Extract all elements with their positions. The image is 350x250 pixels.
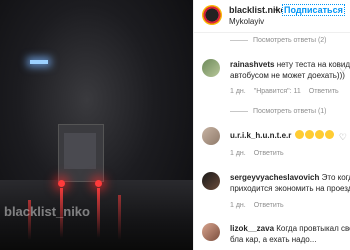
commenter-avatar[interactable] (202, 223, 220, 241)
view-replies-label: Посмотреть ответы (2) (253, 37, 327, 44)
comment-meta: 1 дн. Ответить (230, 150, 292, 157)
commenter-avatar[interactable] (202, 59, 220, 77)
author-avatar[interactable] (202, 5, 222, 25)
light-glare (30, 60, 48, 64)
reply-button[interactable]: Ответить (254, 150, 284, 157)
comment-time: 1 дн. (230, 88, 246, 95)
replies-line (230, 110, 248, 112)
reply-button[interactable]: Ответить (309, 88, 339, 95)
commenter-username[interactable]: lizok__zava (230, 224, 274, 233)
comment-text: u.r.i.k_h.u.n.t.e.r (230, 130, 334, 141)
comment-body-line: Когда провтыкал свой (276, 224, 350, 233)
grinning-face-icon (304, 130, 314, 139)
truck-back (64, 133, 96, 169)
comment-time: 1 дн. (230, 150, 246, 157)
grinning-face-icon (294, 130, 304, 139)
view-replies-button[interactable]: Посмотреть ответы (1) (230, 108, 327, 115)
commenter-avatar[interactable] (202, 172, 220, 190)
reply-button[interactable]: Ответить (254, 202, 284, 209)
comment-text: rainashvets нету теста на ковид)) (230, 59, 350, 70)
light-reflection (97, 188, 100, 238)
media-watermark: blacklist_niko (4, 204, 90, 219)
replies-line (230, 39, 248, 41)
comment-body-line: Это когда (321, 173, 350, 182)
follow-button[interactable]: Подписаться (282, 4, 345, 16)
post-header: blacklist.niko • Подписаться Mykolayiv (194, 0, 350, 33)
commenter-username[interactable]: sergeyvyacheslavovich (230, 173, 319, 182)
post-media[interactable]: blacklist_niko (0, 0, 193, 250)
tail-light-right (95, 180, 102, 187)
commenter-username[interactable]: rainashvets (230, 60, 274, 69)
comment-likes[interactable]: "Нравится": 11 (254, 88, 301, 95)
post-location[interactable]: Mykolayiv (229, 17, 264, 26)
truck (58, 124, 104, 182)
view-replies-button[interactable]: Посмотреть ответы (2) (230, 37, 327, 44)
view-replies-label: Посмотреть ответы (1) (253, 108, 327, 115)
comment-text: sergeyvyacheslavovich Это когда (230, 172, 350, 183)
grinning-face-icon (324, 130, 334, 139)
comment-time: 1 дн. (230, 202, 246, 209)
comment-body-line: бла кар, а ехать надо... (230, 235, 317, 244)
comment-text: lizok__zava Когда провтыкал свой (230, 223, 350, 234)
commenter-avatar[interactable] (202, 127, 220, 145)
comment-meta: 1 дн. Ответить (230, 202, 292, 209)
grinning-face-icon (314, 130, 324, 139)
like-icon[interactable]: ♡ (339, 132, 347, 143)
comment-meta: 1 дн. "Нравится": 11 Ответить (230, 88, 347, 95)
light-reflection (118, 195, 121, 240)
comment-body-line: приходится экономить на проезд (230, 184, 350, 193)
header-separator: • (275, 5, 279, 15)
comment-body-line: автобусом не может доехать))) (230, 71, 345, 80)
post-side-panel: blacklist.niko • Подписаться Mykolayiv П… (193, 0, 350, 250)
tail-light-left (58, 180, 65, 187)
commenter-username[interactable]: u.r.i.k_h.u.n.t.e.r (230, 131, 291, 140)
like-icon[interactable]: ♡ (339, 64, 347, 75)
